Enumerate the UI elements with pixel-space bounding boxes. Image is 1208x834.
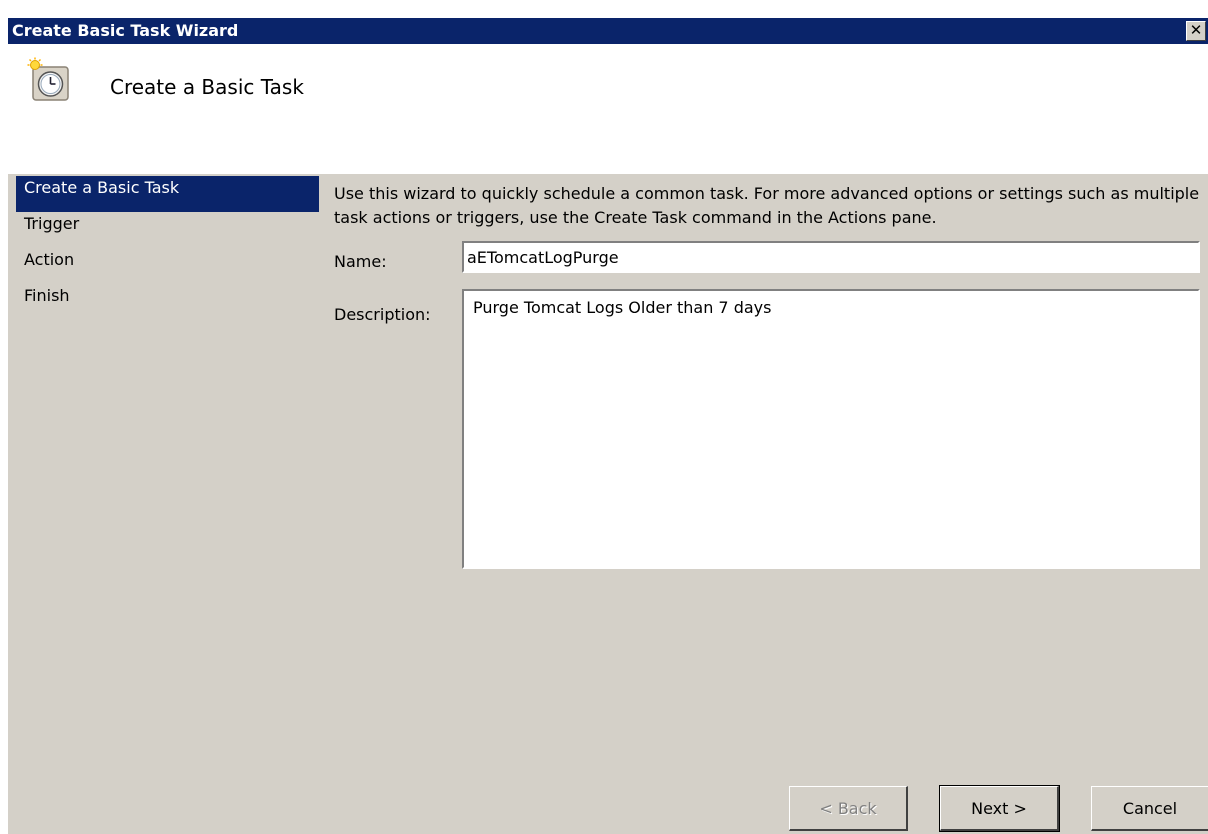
name-input[interactable] bbox=[462, 241, 1200, 273]
page-title: Create a Basic Task bbox=[110, 75, 304, 99]
cancel-button[interactable]: Cancel bbox=[1091, 786, 1208, 831]
description-input[interactable]: Purge Tomcat Logs Older than 7 days bbox=[462, 289, 1200, 569]
step-action[interactable]: Action bbox=[16, 248, 319, 284]
title-bar[interactable]: Create Basic Task Wizard ✕ bbox=[8, 18, 1208, 44]
back-button[interactable]: < Back bbox=[789, 786, 908, 831]
step-create-basic-task[interactable]: Create a Basic Task bbox=[16, 176, 319, 212]
description-label: Description: bbox=[334, 305, 431, 324]
close-icon: ✕ bbox=[1189, 21, 1203, 39]
close-button[interactable]: ✕ bbox=[1186, 21, 1206, 41]
step-finish[interactable]: Finish bbox=[16, 284, 319, 320]
clock-task-icon bbox=[27, 57, 69, 101]
wizard-body: Create a Basic Task Trigger Action Finis… bbox=[8, 174, 1208, 834]
name-label: Name: bbox=[334, 252, 387, 271]
wizard-steps: Create a Basic Task Trigger Action Finis… bbox=[16, 176, 319, 320]
next-button[interactable]: Next > bbox=[939, 785, 1060, 832]
intro-text: Use this wizard to quickly schedule a co… bbox=[334, 184, 1200, 227]
step-trigger[interactable]: Trigger bbox=[16, 212, 319, 248]
window-title: Create Basic Task Wizard bbox=[12, 21, 239, 40]
wizard-header: Create a Basic Task bbox=[8, 44, 1208, 174]
